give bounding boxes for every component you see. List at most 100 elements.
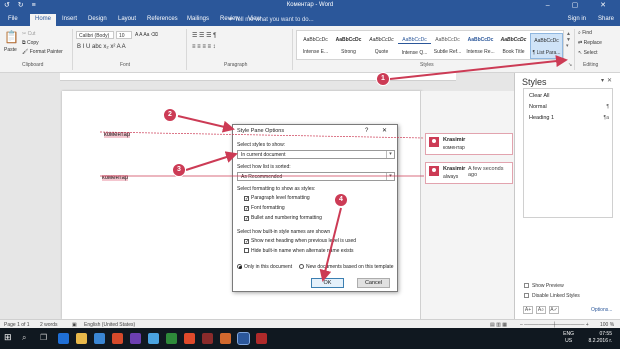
annotation-marker-1: 1	[376, 72, 390, 86]
group-divider	[186, 29, 187, 70]
style-list-item[interactable]: Normal ¶	[527, 103, 611, 112]
horizontal-ruler[interactable]	[60, 73, 456, 81]
avatar	[429, 166, 439, 176]
select-styles-label: Select styles to show:	[237, 142, 286, 148]
style-intense-reference[interactable]: AaBbCcDc Intense Re...	[464, 33, 497, 59]
annotation-marker-2: 2	[163, 108, 177, 122]
styles-pane: Styles ▾✕ Clear All Normal ¶ Heading 1 ¶a …	[514, 73, 620, 319]
font-formatting-checkbox[interactable]: ✓ Font formatting	[244, 205, 285, 212]
disable-linked-styles-checkbox[interactable]: Disable Linked Styles	[524, 293, 580, 299]
font-name-select[interactable]: Calibri (Body)	[76, 31, 114, 39]
dialog-title: Style Pane Options	[237, 128, 285, 134]
share-button[interactable]: Share	[598, 16, 614, 22]
style-intense-quote[interactable]: AaBbCcDc Intense Q...	[398, 33, 431, 59]
file-explorer-icon[interactable]	[76, 333, 87, 344]
search-icon[interactable]: ⌕	[22, 333, 33, 344]
commented-word[interactable]: коментар	[102, 175, 129, 181]
clock[interactable]: 07:55 8.2.2016 г.	[589, 331, 612, 345]
style-book-title[interactable]: AaBbCcDc Book Title	[497, 33, 530, 59]
sign-in-link[interactable]: Sign in	[568, 16, 586, 22]
onenote-icon[interactable]	[220, 333, 231, 344]
style-quote[interactable]: AaBbCcDc Quote	[365, 33, 398, 59]
format-painter-button[interactable]: 🖌 Format Painter	[22, 49, 63, 55]
sort-order-select[interactable]: As Recommended ▾	[237, 172, 395, 181]
dialog-controls[interactable]: ? ✕	[365, 127, 393, 134]
style-list-item[interactable]: Clear All	[527, 92, 611, 101]
access-icon[interactable]	[202, 333, 213, 344]
task-view-icon[interactable]: ❐	[40, 333, 51, 344]
find-button[interactable]: ⌕ Find	[578, 30, 592, 36]
font-grow-shrink[interactable]: A A Aa ⌫	[135, 32, 158, 38]
comment-card[interactable]: Krasimir A few seconds ago always	[425, 162, 513, 184]
tab-layout[interactable]: Layout	[118, 16, 136, 22]
copy-button[interactable]: ⧉ Copy	[22, 40, 39, 46]
alignment-buttons[interactable]: ≡ ≡ ≡ ≡ ↕	[192, 44, 216, 50]
style-subtle-reference[interactable]: AaBbCcDc Subtle Ref...	[431, 33, 464, 59]
new-style-button[interactable]: A+	[523, 306, 533, 314]
tab-insert[interactable]: Insert	[62, 16, 77, 22]
manage-styles-button[interactable]: A✓	[549, 306, 559, 314]
commented-word[interactable]: коментар	[104, 132, 131, 138]
styles-to-show-select[interactable]: In current document ▾	[237, 150, 395, 159]
paste-button[interactable]: Paste	[4, 47, 17, 53]
show-preview-checkbox[interactable]: Show Preview	[524, 283, 564, 289]
styles-list[interactable]: Clear All Normal ¶ Heading 1 ¶a	[523, 88, 613, 218]
select-button[interactable]: ↖ Select	[578, 50, 598, 56]
window-title: Коментар - Word	[286, 2, 334, 8]
tab-home[interactable]: Home	[30, 14, 57, 26]
comment-card[interactable]: Krasimir коментар	[425, 133, 513, 155]
firefox-icon[interactable]	[112, 333, 123, 344]
excel-icon[interactable]	[166, 333, 177, 344]
only-this-document-radio[interactable]: Only in this document	[237, 264, 292, 270]
windows-start-icon[interactable]: ⊞	[4, 332, 15, 343]
comment-body[interactable]: коментар	[443, 145, 465, 151]
hide-builtin-name-checkbox[interactable]: Hide built-in name when alternate name e…	[244, 248, 354, 254]
cut-button[interactable]: ✂ Cut	[22, 31, 35, 37]
styles-pane-controls[interactable]: ▾✕	[601, 77, 615, 84]
paste-icon[interactable]: 📋	[4, 30, 19, 44]
style-pane-options-dialog: Style Pane Options ? ✕ Select styles to …	[232, 124, 398, 292]
bullet-formatting-checkbox[interactable]: ✓ Bullet and numbering formatting	[244, 215, 322, 222]
tab-references[interactable]: References	[147, 16, 178, 22]
styles-dialog-launcher-icon[interactable]: ↘	[568, 62, 572, 68]
tab-design[interactable]: Design	[88, 16, 107, 22]
paragraph-formatting-checkbox[interactable]: ✓ Paragraph level formatting	[244, 195, 310, 202]
style-strong[interactable]: AaBbCcDc Strong	[332, 33, 365, 59]
tell-me-search[interactable]: ✦ Tell me what you want to do...	[228, 16, 314, 23]
skype-icon[interactable]	[148, 333, 159, 344]
formatting-label: Select formatting to show as styles:	[237, 186, 316, 192]
new-documents-radio[interactable]: New documents based on this template	[299, 264, 394, 270]
styles-gallery[interactable]: AaBbCcDc Intense E... AaBbCcDc Strong AaBb…	[296, 30, 564, 60]
powerpoint-icon[interactable]	[184, 333, 195, 344]
annotation-marker-4: 4	[334, 193, 348, 207]
window-controls[interactable]: – ▢ ✕	[546, 1, 616, 9]
replace-button[interactable]: ⇄ Replace	[578, 40, 602, 46]
store-icon[interactable]	[94, 333, 105, 344]
paragraph-group-label: Paragraph	[224, 62, 248, 68]
style-list-paragraph[interactable]: AaBbCcDc ¶ List Para...	[530, 33, 563, 59]
font-format-buttons[interactable]: B I U abc x₂ x² A A	[77, 44, 126, 50]
chevron-down-icon[interactable]: ▾	[386, 173, 394, 180]
gallery-scroll-arrows[interactable]: ▲ ▼ ▾	[566, 31, 571, 49]
comment-body[interactable]: always	[443, 174, 458, 180]
ok-button[interactable]: OK	[311, 278, 344, 288]
style-intense-emphasis[interactable]: AaBbCcDc Intense E...	[299, 33, 332, 59]
edge-icon[interactable]	[58, 333, 69, 344]
tab-file[interactable]: File	[8, 16, 18, 22]
input-language[interactable]: ENG US	[563, 331, 574, 345]
cancel-button[interactable]: Cancel	[357, 278, 390, 288]
word-icon[interactable]	[237, 332, 250, 345]
close-icon[interactable]: ✕	[607, 78, 615, 84]
show-next-heading-checkbox[interactable]: ✓ Show next heading when previous level i…	[244, 238, 356, 245]
group-divider	[292, 29, 293, 70]
font-size-select[interactable]: 10	[116, 31, 132, 39]
style-inspector-button[interactable]: A⌕	[536, 306, 546, 314]
list-buttons[interactable]: ☰ ☰ ☰ ¶	[192, 32, 216, 39]
clipboard-group-label: Clipboard	[22, 62, 44, 68]
chevron-down-icon[interactable]: ▾	[386, 151, 394, 158]
style-list-item[interactable]: Heading 1 ¶a	[527, 114, 611, 123]
viber-icon[interactable]	[130, 333, 141, 344]
options-link[interactable]: Options...	[591, 307, 612, 313]
tab-mailings[interactable]: Mailings	[187, 16, 209, 22]
pdf-icon[interactable]	[256, 333, 267, 344]
